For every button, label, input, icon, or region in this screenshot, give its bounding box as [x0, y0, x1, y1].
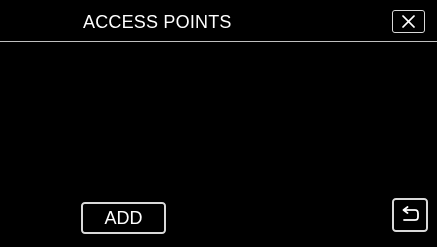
return-arrow-icon — [399, 206, 421, 224]
access-points-screen: ACCESS POINTS ADD — [0, 0, 437, 247]
close-icon — [401, 15, 416, 28]
page-title: ACCESS POINTS — [83, 12, 232, 32]
close-button[interactable] — [392, 10, 425, 33]
add-button[interactable]: ADD — [81, 202, 166, 234]
header-bar: ACCESS POINTS — [0, 0, 437, 42]
back-button[interactable] — [392, 198, 428, 232]
access-point-list — [0, 42, 437, 192]
